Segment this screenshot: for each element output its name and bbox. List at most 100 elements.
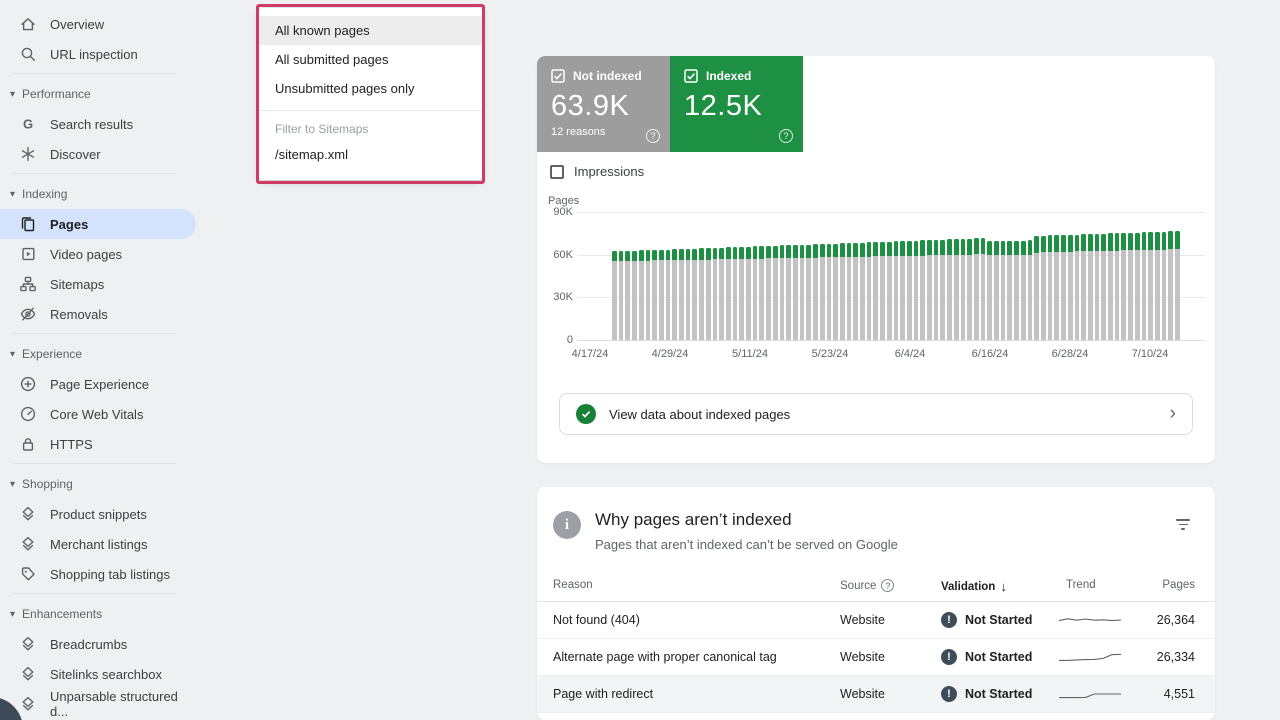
chart-bar[interactable] xyxy=(853,243,858,340)
chart-bar[interactable] xyxy=(773,246,778,340)
chart-bar[interactable] xyxy=(612,251,617,340)
chart-bar[interactable] xyxy=(1101,234,1106,340)
chart-bar[interactable] xyxy=(1028,240,1033,340)
chart-bar[interactable] xyxy=(639,250,644,340)
chart-bar[interactable] xyxy=(1068,235,1073,340)
not-indexed-stat-card[interactable]: Not indexed 63.9K 12 reasons ? xyxy=(537,56,670,152)
chart-bar[interactable] xyxy=(1054,235,1059,340)
column-header-validation[interactable]: Validation ↓ xyxy=(941,579,1007,594)
reason-cell[interactable]: Not found (404) xyxy=(553,613,640,627)
chart-bar[interactable] xyxy=(1081,234,1086,340)
chart-bar[interactable] xyxy=(1095,234,1100,340)
dropdown-option-all-submitted-pages[interactable]: All submitted pages xyxy=(259,45,482,74)
chart-bar[interactable] xyxy=(1115,233,1120,340)
chart-bar[interactable] xyxy=(739,247,744,340)
chart-bar[interactable] xyxy=(1108,233,1113,340)
chart-bar[interactable] xyxy=(733,247,738,340)
sidebar-item-https[interactable]: HTTPS xyxy=(0,429,196,459)
chart-bar[interactable] xyxy=(907,241,912,340)
table-row[interactable]: Not found (404)Website!Not Started26,364 xyxy=(537,602,1215,639)
chart-bar[interactable] xyxy=(672,249,677,340)
chart-bar[interactable] xyxy=(940,240,945,340)
chart-bar[interactable] xyxy=(1162,232,1167,340)
chart-bar[interactable] xyxy=(880,242,885,340)
chart-bar[interactable] xyxy=(1168,231,1173,340)
sidebar-section-shopping[interactable]: ▾Shopping xyxy=(0,469,196,499)
chart-bar[interactable] xyxy=(625,251,630,340)
chart-bar[interactable] xyxy=(1034,236,1039,340)
sidebar-section-indexing[interactable]: ▾Indexing xyxy=(0,179,196,209)
chart-bar[interactable] xyxy=(887,242,892,340)
chart-bar[interactable] xyxy=(934,240,939,340)
chart-bar[interactable] xyxy=(820,244,825,340)
sidebar-section-performance[interactable]: ▾Performance xyxy=(0,79,196,109)
column-header-trend[interactable]: Trend xyxy=(1066,579,1096,591)
chart-bar[interactable] xyxy=(679,249,684,340)
chart-bar[interactable] xyxy=(1088,234,1093,340)
indexed-stat-card[interactable]: Indexed 12.5K ? xyxy=(670,56,803,152)
chart-bar[interactable] xyxy=(914,241,919,340)
table-row[interactable]: Alternate page with proper canonical tag… xyxy=(537,639,1215,676)
column-header-reason[interactable]: Reason xyxy=(553,579,593,591)
dropdown-option-all-known-pages[interactable]: All known pages xyxy=(259,16,482,45)
chart-bar[interactable] xyxy=(793,245,798,340)
chart-bar[interactable] xyxy=(713,248,718,340)
chart-bar[interactable] xyxy=(927,240,932,340)
chart-bar[interactable] xyxy=(766,246,771,340)
chart-bar[interactable] xyxy=(1001,241,1006,340)
sidebar-item-search-results[interactable]: GSearch results xyxy=(0,109,196,139)
chart-bar[interactable] xyxy=(954,239,959,340)
chart-bar[interactable] xyxy=(1128,233,1133,340)
chart-bar[interactable] xyxy=(1135,233,1140,340)
chart-bar[interactable] xyxy=(894,241,899,340)
sidebar-item-sitemaps[interactable]: Sitemaps xyxy=(0,269,196,299)
table-row[interactable]: Page with redirectWebsite!Not Started4,5… xyxy=(537,676,1215,713)
chart-bar[interactable] xyxy=(833,244,838,340)
chart-bar[interactable] xyxy=(652,250,657,340)
chart-bar[interactable] xyxy=(1075,235,1080,340)
chart-bar[interactable] xyxy=(1155,232,1160,340)
help-icon[interactable]: ? xyxy=(646,129,660,143)
chart-bar[interactable] xyxy=(1175,231,1180,340)
chart-bar[interactable] xyxy=(759,246,764,340)
sidebar-item-shopping-tab-listings[interactable]: Shopping tab listings xyxy=(0,559,196,589)
chart-bar[interactable] xyxy=(961,239,966,340)
chart-bar[interactable] xyxy=(706,248,711,340)
chart-bar[interactable] xyxy=(947,239,952,340)
chart-bar[interactable] xyxy=(813,244,818,340)
chart-bar[interactable] xyxy=(800,245,805,340)
chart-bar[interactable] xyxy=(987,241,992,341)
chart-bar[interactable] xyxy=(646,250,651,340)
sidebar-item-unparsable-structured-d[interactable]: Unparsable structured d... xyxy=(0,689,196,719)
sidebar-item-removals[interactable]: Removals xyxy=(0,299,196,329)
chart-bar[interactable] xyxy=(1142,232,1147,340)
chart-bar[interactable] xyxy=(1048,235,1053,340)
sidebar-item-page-experience[interactable]: Page Experience xyxy=(0,369,196,399)
chart-bar[interactable] xyxy=(867,242,872,340)
impressions-checkbox[interactable] xyxy=(550,165,564,179)
sidebar-item-merchant-listings[interactable]: Merchant listings xyxy=(0,529,196,559)
sidebar-item-breadcrumbs[interactable]: Breadcrumbs xyxy=(0,629,196,659)
chart-bar[interactable] xyxy=(1014,241,1019,340)
sidebar-section-experience[interactable]: ▾Experience xyxy=(0,339,196,369)
chart-bar[interactable] xyxy=(686,249,691,340)
chart-bar[interactable] xyxy=(753,246,758,340)
chart-bar[interactable] xyxy=(659,250,664,340)
chart-bar[interactable] xyxy=(847,243,852,340)
dropdown-option-sitemap[interactable]: /sitemap.xml xyxy=(259,140,482,169)
chart-bar[interactable] xyxy=(1061,235,1066,340)
help-icon[interactable]: ? xyxy=(779,129,793,143)
sidebar-item-pages[interactable]: Pages xyxy=(0,209,196,239)
chart-bar[interactable] xyxy=(827,244,832,340)
chart-bar[interactable] xyxy=(780,245,785,340)
column-header-pages[interactable]: Pages xyxy=(1162,579,1195,591)
chart-bar[interactable] xyxy=(726,247,731,340)
chart-bar[interactable] xyxy=(1021,241,1026,341)
sidebar-item-product-snippets[interactable]: Product snippets xyxy=(0,499,196,529)
sidebar-item-video-pages[interactable]: Video pages xyxy=(0,239,196,269)
chart-bar[interactable] xyxy=(994,241,999,340)
chart-bar[interactable] xyxy=(974,238,979,340)
chart-bar[interactable] xyxy=(981,238,986,340)
chart-bar[interactable] xyxy=(746,247,751,340)
chart-bar[interactable] xyxy=(1041,236,1046,340)
